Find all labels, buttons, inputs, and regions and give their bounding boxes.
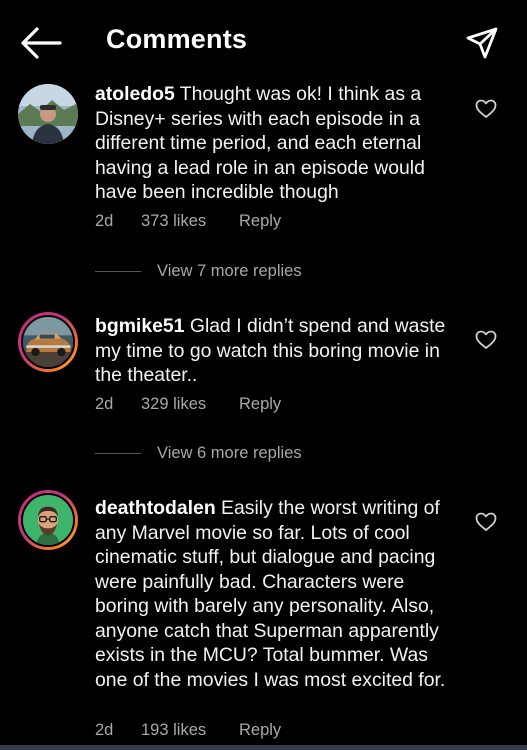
timestamp: 2d (95, 721, 114, 739)
avatar-image-frame (21, 315, 75, 369)
back-button[interactable] (20, 26, 62, 60)
likes-count[interactable]: 329 likes (141, 395, 239, 414)
like-button[interactable] (475, 330, 497, 350)
avatar[interactable] (18, 490, 78, 550)
username-link[interactable]: deathtodalen (95, 497, 216, 519)
likes-count[interactable]: 193 likes (141, 721, 239, 740)
share-button[interactable] (465, 26, 499, 60)
timestamp: 2d (95, 212, 114, 230)
like-button[interactable] (475, 99, 497, 119)
avatar[interactable] (18, 84, 78, 144)
header: Comments (0, 0, 527, 86)
like-button[interactable] (475, 512, 497, 532)
avatar[interactable] (18, 312, 78, 372)
arrow-left-icon (21, 27, 62, 59)
comment-message: Easily the worst writing of any Marvel m… (95, 497, 446, 691)
username-link[interactable]: atoledo5 (95, 83, 175, 105)
reply-button[interactable]: Reply (239, 212, 281, 231)
input-bar-edge (0, 745, 527, 750)
divider (95, 271, 141, 272)
reply-button[interactable]: Reply (239, 395, 281, 414)
divider (95, 453, 141, 454)
comment-text: deathtodalen Easily the worst writing of… (95, 496, 455, 692)
username-link[interactable]: bgmike51 (95, 315, 184, 337)
avatar-image (18, 84, 78, 144)
likes-count[interactable]: 373 likes (141, 212, 239, 231)
comment-meta: 2d 193 likes Reply (95, 721, 281, 740)
view-replies-label: View 7 more replies (157, 262, 302, 280)
avatar-image-frame (21, 493, 75, 547)
comment-text: atoledo5 Thought was ok! I think as a Di… (95, 82, 455, 205)
view-replies-label: View 6 more replies (157, 444, 302, 462)
heart-icon (475, 330, 497, 349)
paper-plane-icon (466, 27, 498, 59)
timestamp: 2d (95, 395, 114, 413)
heart-icon (475, 512, 497, 531)
comment-text: bgmike51 Glad I didn’t spend and waste m… (95, 314, 455, 388)
reply-button[interactable]: Reply (239, 721, 281, 740)
avatar-image (23, 495, 73, 545)
comment-meta: 2d 373 likes Reply (95, 212, 281, 231)
avatar-image (23, 317, 73, 367)
comment-meta: 2d 329 likes Reply (95, 395, 281, 414)
view-replies-button[interactable]: View 7 more replies (95, 262, 302, 281)
heart-icon (475, 99, 497, 118)
page-title: Comments (106, 24, 248, 54)
view-replies-button[interactable]: View 6 more replies (95, 444, 302, 463)
